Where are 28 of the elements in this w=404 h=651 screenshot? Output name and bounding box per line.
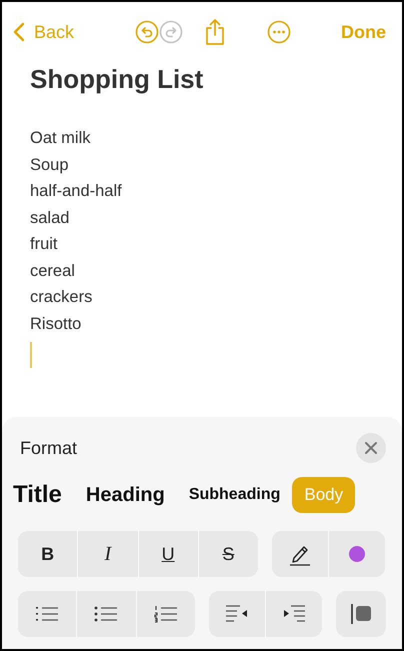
block-quote-button[interactable] [336,591,386,637]
text-cursor [30,342,32,368]
close-icon [364,441,378,455]
note-line: cereal [30,260,76,282]
panel-title: Format [20,438,78,458]
indent-button[interactable] [265,591,322,637]
note-line: Soup [30,154,70,176]
note-line: salad [30,208,70,228]
note-title: Shopping List [30,64,204,95]
note-line: crackers [30,287,94,308]
note-line: fruit [30,234,59,255]
dashed-list-icon [35,605,60,623]
text-color-button[interactable] [328,531,385,577]
block-quote-icon [350,603,372,625]
paragraph-style-option[interactable]: Subheading [176,478,292,512]
bulleted-list-icon [94,605,118,623]
note-line: half-and-half [30,181,123,202]
text-style-button[interactable]: S [198,531,258,577]
indent-icon [282,604,306,624]
numbered-list-icon [154,605,178,623]
close-button[interactable] [356,433,386,463]
paragraph-style-option[interactable]: Heading [74,476,177,514]
outdent-icon [225,604,249,624]
note-line: Risotto [30,314,82,334]
note-line: Oat milk [30,128,92,149]
paragraph-style-option[interactable]: Title [13,473,74,517]
numbered-list-button[interactable] [136,591,195,637]
chevron-left-icon [12,21,26,43]
